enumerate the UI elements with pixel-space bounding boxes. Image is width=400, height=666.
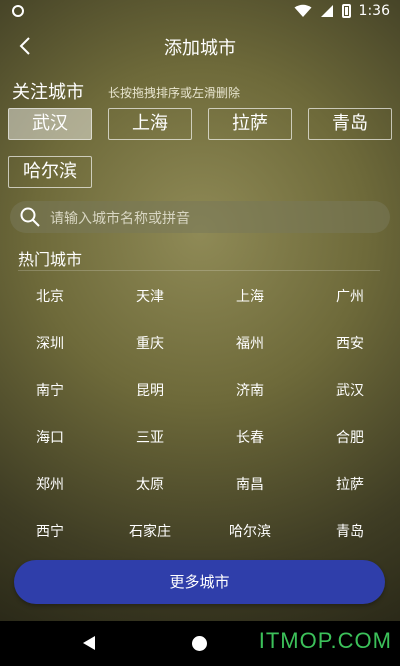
status-time: 1:36 bbox=[358, 3, 390, 19]
followed-city-chip[interactable]: 哈尔滨 bbox=[8, 156, 92, 188]
battery-icon bbox=[341, 4, 351, 18]
hot-city-item[interactable]: 昆明 bbox=[110, 380, 190, 400]
notification-icon bbox=[12, 5, 24, 17]
hot-city-item[interactable]: 海口 bbox=[10, 427, 90, 447]
hot-city-item[interactable]: 济南 bbox=[210, 380, 290, 400]
hot-city-item[interactable]: 郑州 bbox=[10, 474, 90, 494]
more-cities-button[interactable]: 更多城市 bbox=[14, 560, 385, 604]
hot-city-item[interactable]: 南昌 bbox=[210, 474, 290, 494]
hot-city-item[interactable]: 福州 bbox=[210, 333, 290, 353]
hot-city-item[interactable]: 上海 bbox=[210, 286, 290, 306]
hot-city-item[interactable]: 石家庄 bbox=[110, 521, 190, 541]
hot-city-item[interactable]: 拉萨 bbox=[310, 474, 390, 494]
watermark-logo: ITMOP.COM bbox=[258, 628, 392, 653]
hot-city-item[interactable]: 哈尔滨 bbox=[210, 521, 290, 541]
search-icon bbox=[20, 207, 40, 227]
signal-icon bbox=[320, 5, 333, 17]
followed-city-chip[interactable]: 拉萨 bbox=[208, 108, 292, 140]
followed-city-chip[interactable]: 武汉 bbox=[8, 108, 92, 140]
hot-cities-title: 热门城市 bbox=[18, 250, 83, 269]
hot-city-item[interactable]: 南宁 bbox=[10, 380, 90, 400]
hot-city-item[interactable]: 深圳 bbox=[10, 333, 90, 353]
hot-city-item[interactable]: 重庆 bbox=[110, 333, 190, 353]
status-right: 1:36 bbox=[294, 3, 390, 19]
hot-city-item[interactable]: 三亚 bbox=[110, 427, 190, 447]
hot-city-item[interactable]: 长春 bbox=[210, 427, 290, 447]
followed-city-chip[interactable]: 青岛 bbox=[308, 108, 392, 140]
nav-home-icon[interactable] bbox=[192, 636, 207, 651]
followed-hint: 长按拖拽排序或左滑删除 bbox=[108, 86, 241, 100]
wifi-icon bbox=[294, 4, 312, 17]
search-input[interactable]: 请输入城市名称或拼音 bbox=[10, 201, 390, 233]
page-title: 添加城市 bbox=[164, 38, 236, 59]
followed-city-chip[interactable]: 上海 bbox=[108, 108, 192, 140]
hot-city-item[interactable]: 广州 bbox=[310, 286, 390, 306]
nav-back-icon[interactable] bbox=[82, 635, 96, 651]
hot-city-item[interactable]: 合肥 bbox=[310, 427, 390, 447]
followed-section-title: 关注城市 bbox=[12, 82, 84, 103]
hot-city-item[interactable]: 天津 bbox=[110, 286, 190, 306]
hot-city-item[interactable]: 青岛 bbox=[310, 521, 390, 541]
hot-city-item[interactable]: 西安 bbox=[310, 333, 390, 353]
divider bbox=[18, 270, 380, 271]
status-bar: 1:36 bbox=[0, 0, 400, 24]
search-placeholder: 请输入城市名称或拼音 bbox=[50, 211, 190, 227]
hot-city-item[interactable]: 太原 bbox=[110, 474, 190, 494]
hot-city-item[interactable]: 武汉 bbox=[310, 380, 390, 400]
hot-city-item[interactable]: 北京 bbox=[10, 286, 90, 306]
app-bar: 添加城市 bbox=[0, 28, 400, 64]
hot-city-item[interactable]: 西宁 bbox=[10, 521, 90, 541]
